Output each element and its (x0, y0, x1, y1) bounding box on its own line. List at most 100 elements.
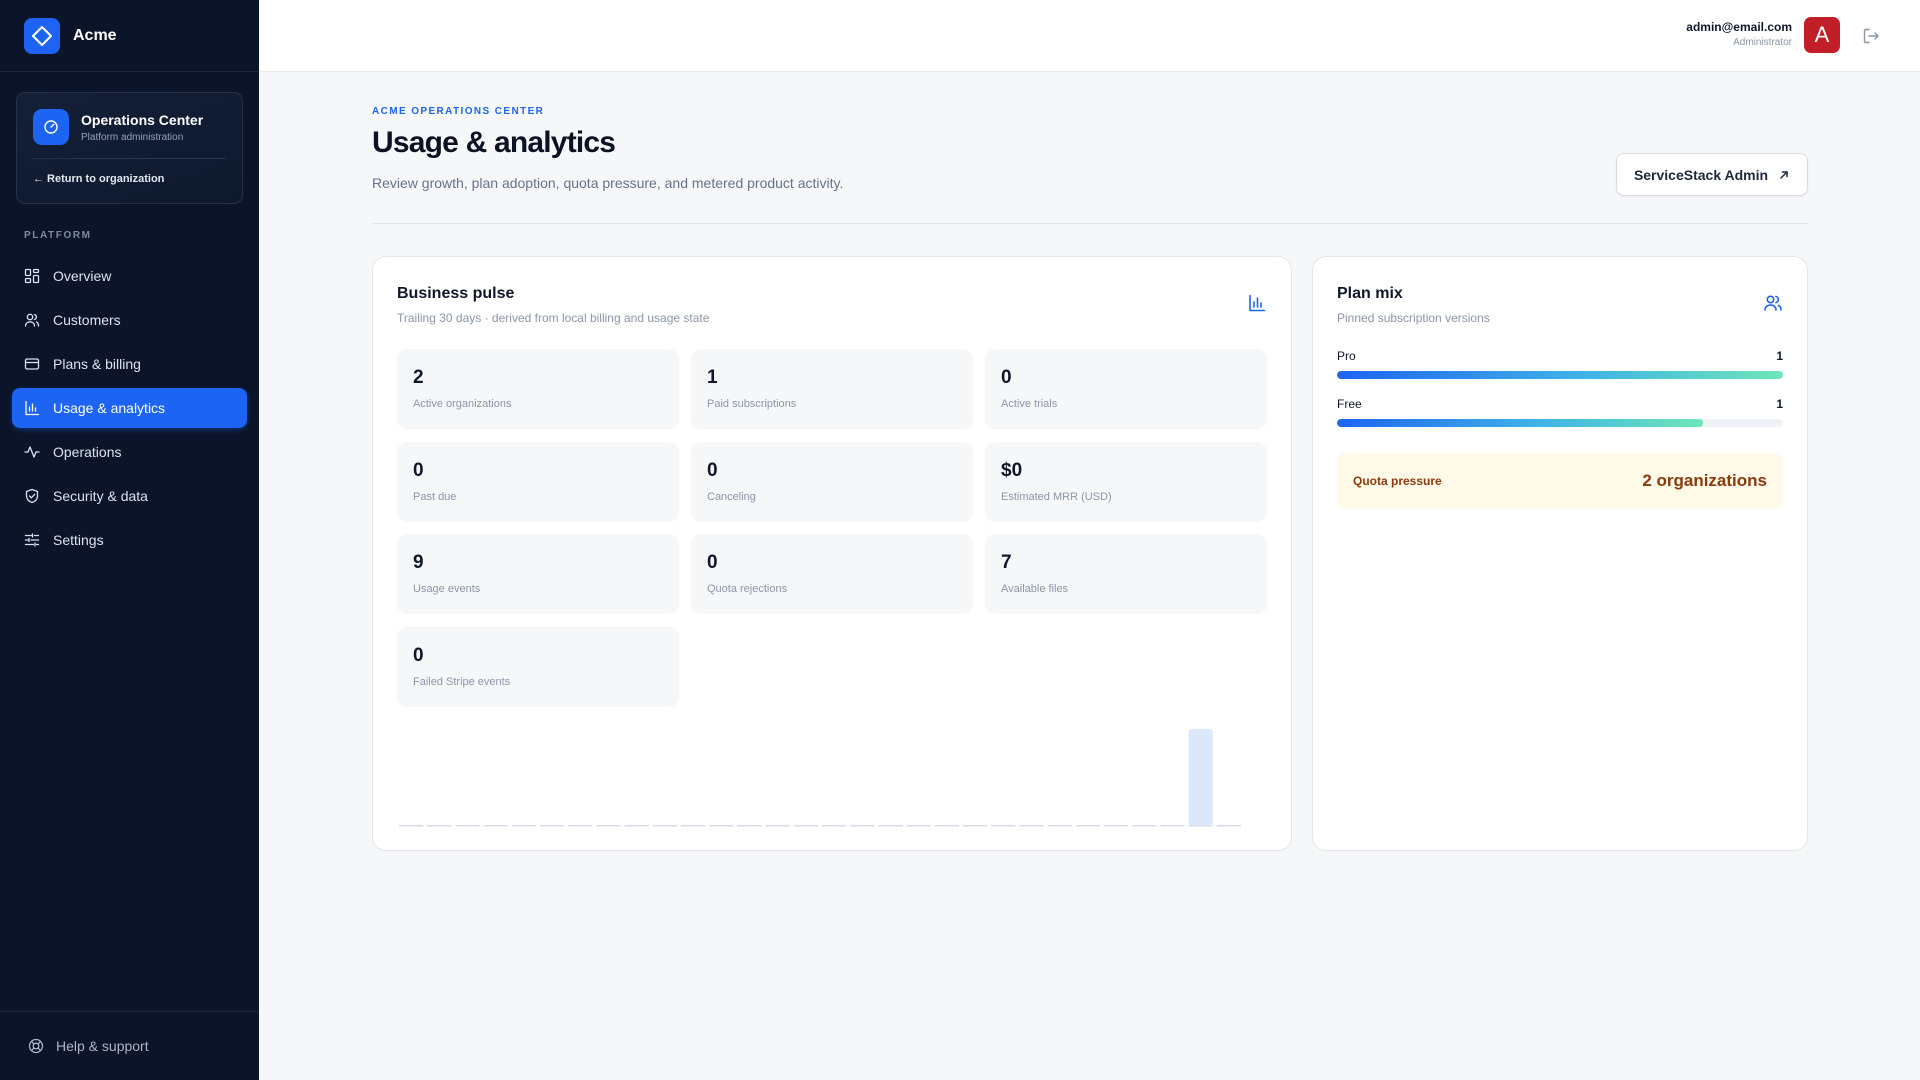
chart-baseline-tick (878, 825, 903, 827)
sidebar-nav: Overview Customers Plans & billing Usage… (12, 256, 247, 564)
metric-value: 0 (413, 460, 424, 481)
plan-mix-subtitle: Pinned subscription versions (1337, 311, 1490, 325)
chart-baseline-tick (737, 825, 762, 827)
plan-progress-fill (1337, 419, 1703, 427)
quota-pressure-callout: Quota pressure 2 organizations (1337, 453, 1783, 509)
chart-baseline-tick (934, 825, 959, 827)
sidebar-item-label: Security & data (53, 488, 148, 504)
chart-baseline-tick (1075, 825, 1100, 827)
sidebar-item-customers[interactable]: Customers (12, 300, 247, 340)
user-email: admin@email.com (1686, 20, 1792, 34)
chart-baseline-tick (793, 825, 818, 827)
lifebuoy-icon (28, 1038, 44, 1054)
avatar[interactable]: A (1804, 17, 1840, 53)
metric-value: 2 (413, 367, 424, 388)
chart-baseline-tick (1019, 825, 1044, 827)
plan-progress-track (1337, 419, 1783, 427)
metric-paid-subscriptions: 1 Paid subscriptions (691, 349, 973, 429)
plan-name: Free (1337, 397, 1362, 411)
chart-baseline-tick (1160, 825, 1185, 827)
metric-value: 0 (1001, 367, 1012, 388)
chart-baseline-tick (427, 825, 452, 827)
help-support-label: Help & support (56, 1038, 149, 1054)
chart-baseline-tick (455, 825, 480, 827)
diamond-logo-icon (24, 17, 60, 54)
sidebar-item-label: Operations (53, 444, 122, 460)
usage-sparkbar-chart (399, 729, 1241, 827)
page-title: Usage & analytics (372, 126, 616, 159)
chart-baseline-tick (709, 825, 734, 827)
chart-baseline-tick (1216, 825, 1241, 827)
brand[interactable]: Acme (0, 0, 259, 72)
metric-label: Available files (1001, 583, 1069, 595)
chart-baseline-tick (568, 825, 593, 827)
user-role: Administrator (1733, 37, 1792, 48)
help-support-link[interactable]: Help & support (0, 1011, 259, 1080)
metric-label: Paid subscriptions (707, 398, 797, 410)
metric-value: $0 (1001, 460, 1023, 481)
users-icon (24, 313, 40, 327)
metric-available-files: 7 Available files (985, 534, 1267, 614)
bar-chart-icon (1249, 294, 1266, 312)
chart-baseline-tick (540, 825, 565, 827)
metric-label: Active organizations (413, 398, 512, 410)
metric-active-organizations: 2 Active organizations (397, 349, 679, 429)
plan-row-free: Free 1 (1337, 397, 1783, 427)
chart-baseline-tick (963, 825, 988, 827)
logout-icon[interactable] (1862, 27, 1880, 45)
ops-center-subtitle: Platform administration (81, 131, 184, 143)
metric-canceling: 0 Canceling (691, 442, 973, 522)
activity-icon (24, 446, 40, 458)
chart-baseline-tick (624, 825, 649, 827)
nav-section-label: PLATFORM (24, 230, 92, 241)
chart-baseline-tick (906, 825, 931, 827)
chart-baseline-tick (765, 825, 790, 827)
shield-icon (25, 488, 39, 504)
sidebar-item-settings[interactable]: Settings (12, 520, 247, 560)
chart-baseline-tick (822, 825, 847, 827)
metric-failed-stripe-events: 0 Failed Stripe events (397, 627, 679, 707)
brand-name: Acme (73, 26, 117, 44)
metric-usage-events: 9 Usage events (397, 534, 679, 614)
metric-label: Usage events (413, 583, 481, 595)
metric-value: 0 (707, 460, 718, 481)
servicestack-admin-button[interactable]: ServiceStack Admin (1616, 153, 1808, 196)
chart-baseline-tick (1132, 825, 1157, 827)
sidebar-item-label: Usage & analytics (53, 400, 166, 416)
top-bar: admin@email.com Administrator A (259, 0, 1920, 72)
sidebar-item-security-data[interactable]: Security & data (12, 476, 247, 516)
sidebar-item-label: Customers (53, 312, 121, 328)
plan-count: 1 (1776, 349, 1783, 363)
users-icon (1764, 295, 1782, 311)
metric-label: Canceling (707, 491, 756, 503)
metric-value: 0 (707, 552, 718, 573)
sidebar-item-operations[interactable]: Operations (12, 432, 247, 472)
business-pulse-card: Business pulse Trailing 30 days · derive… (372, 256, 1292, 851)
quota-pressure-value: 2 organizations (1642, 471, 1767, 490)
chart-baseline-tick (483, 825, 508, 827)
user-info: admin@email.com Administrator (1686, 20, 1792, 48)
credit-card-icon (24, 358, 40, 370)
metric-estimated-mrr: $0 Estimated MRR (USD) (985, 442, 1267, 522)
sliders-icon (24, 533, 40, 547)
header-divider (372, 223, 1808, 224)
chart-baseline-tick (652, 825, 677, 827)
overview-grid-icon (24, 268, 40, 284)
chart-baseline-tick (596, 825, 621, 827)
metric-past-due: 0 Past due (397, 442, 679, 522)
sidebar-item-plans-billing[interactable]: Plans & billing (12, 344, 247, 384)
chart-baseline-tick (1104, 825, 1129, 827)
metric-label: Estimated MRR (USD) (1001, 491, 1112, 503)
metric-value: 0 (413, 645, 424, 666)
sidebar-item-usage-analytics[interactable]: Usage & analytics (12, 388, 247, 428)
sidebar-item-overview[interactable]: Overview (12, 256, 247, 296)
plan-mix-card: Plan mix Pinned subscription versions Pr… (1312, 256, 1808, 851)
sidebar-item-label: Overview (53, 268, 112, 284)
business-pulse-subtitle: Trailing 30 days · derived from local bi… (397, 311, 710, 325)
chart-bar[interactable] (1188, 729, 1213, 825)
plan-name: Pro (1337, 349, 1356, 363)
plan-progress-track (1337, 371, 1783, 379)
return-to-organization-link[interactable]: ← Return to organization (33, 173, 226, 185)
metric-active-trials: 0 Active trials (985, 349, 1267, 429)
plan-count: 1 (1776, 397, 1783, 411)
